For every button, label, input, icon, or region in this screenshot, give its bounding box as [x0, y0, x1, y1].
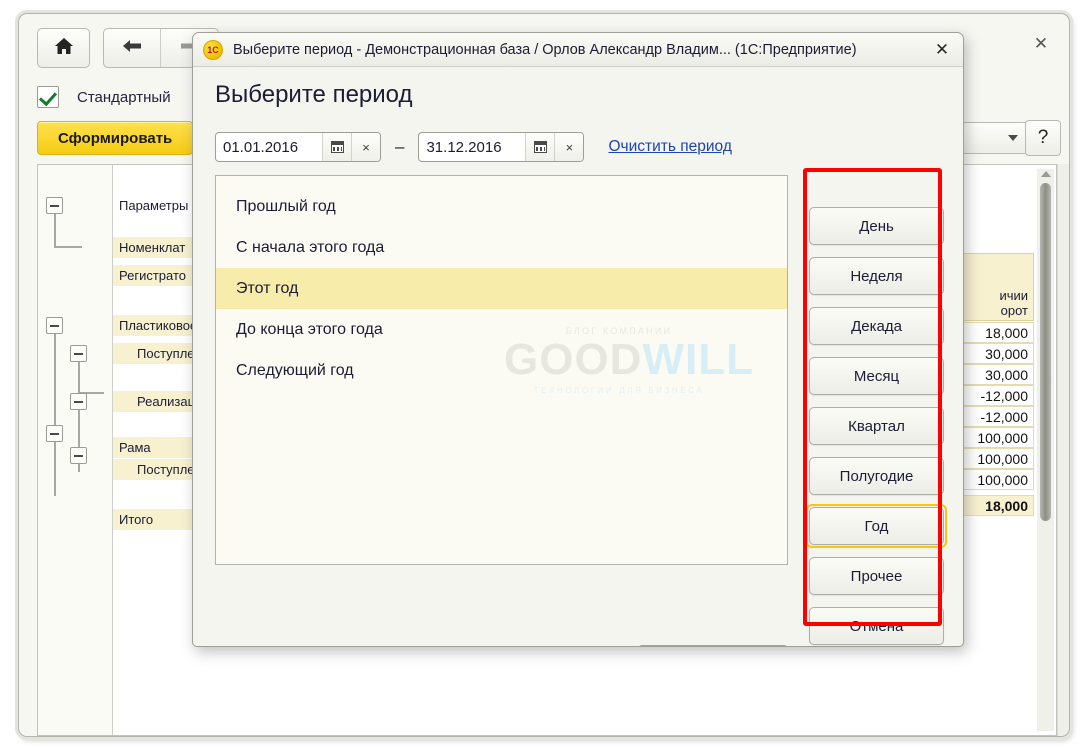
settings-combo[interactable] — [961, 122, 1029, 154]
report-row-value: -12,000 — [956, 385, 1034, 406]
select-button[interactable]: Выбрать — [638, 645, 788, 646]
1c-logo-icon: 1C — [203, 39, 223, 60]
report-row-value: 30,000 — [956, 343, 1034, 364]
dialog-heading: Выберите период — [215, 81, 413, 108]
period-list-item[interactable]: Этот год — [216, 268, 787, 309]
generate-button[interactable]: Сформировать — [37, 121, 194, 155]
report-row-value: 100,000 — [956, 448, 1034, 469]
period-button[interactable]: День — [809, 207, 944, 245]
help-button[interactable]: ? — [1025, 120, 1061, 156]
application-scroll-strip[interactable] — [1057, 164, 1069, 736]
period-button-wrap: Неделя — [809, 257, 944, 295]
report-row-value: -12,000 — [956, 406, 1034, 427]
dialog-body: Выберите период 01.01.2016 × – 31.12.201… — [193, 67, 963, 646]
period-button-wrap: Месяц — [809, 357, 944, 395]
period-list-item[interactable]: Следующий год — [216, 350, 787, 391]
report-row-value: 18,000 — [956, 495, 1034, 516]
report-tree-gutter — [38, 165, 113, 735]
window-close-button[interactable]: ✕ — [1031, 34, 1051, 54]
period-button[interactable]: Квартал — [809, 407, 944, 445]
scroll-up-arrow-icon[interactable] — [1041, 171, 1051, 177]
period-button[interactable]: Прочее — [809, 557, 944, 595]
tree-line — [54, 214, 56, 248]
report-column-header: ичии орот — [956, 253, 1034, 321]
period-button-wrap: День — [809, 207, 944, 245]
date-to-calendar-button[interactable] — [525, 133, 555, 161]
period-list-item[interactable]: С начала этого года — [216, 227, 787, 268]
period-button[interactable]: Неделя — [809, 257, 944, 295]
close-icon: × — [565, 139, 574, 155]
period-button[interactable]: Отмена — [809, 607, 944, 645]
date-to-clear-button[interactable]: × — [554, 133, 584, 161]
report-row-value: 30,000 — [956, 364, 1034, 385]
calendar-icon — [330, 141, 344, 153]
home-icon — [53, 36, 75, 61]
date-from-calendar-button[interactable] — [322, 133, 351, 161]
chevron-down-icon — [1008, 135, 1018, 141]
period-button[interactable]: Декада — [809, 307, 944, 345]
standard-checkbox[interactable] — [37, 86, 59, 108]
date-range-dash: – — [395, 137, 405, 156]
period-button-wrap: Полугодие — [809, 457, 944, 495]
tree-line — [78, 362, 80, 394]
date-to-value[interactable]: 31.12.2016 — [419, 133, 525, 161]
period-list-item[interactable]: До конца этого года — [216, 309, 787, 350]
period-button[interactable]: Месяц — [809, 357, 944, 395]
report-vertical-scrollbar[interactable] — [1037, 169, 1054, 731]
report-column-header-line1: ичии — [999, 288, 1028, 303]
tree-expander[interactable] — [70, 345, 87, 362]
period-button-wrap: Квартал — [809, 407, 944, 445]
date-from-clear-button[interactable]: × — [351, 133, 380, 161]
home-button[interactable] — [37, 28, 90, 68]
period-button-wrap: Отмена — [809, 607, 944, 645]
date-range-row: 01.01.2016 × – 31.12.2016 × Очистить пер… — [215, 132, 732, 162]
period-button[interactable]: Год — [809, 507, 944, 545]
date-to-field[interactable]: 31.12.2016 × — [418, 132, 585, 162]
report-row-value: 18,000 — [956, 322, 1034, 343]
tree-line — [54, 246, 82, 248]
report-row-value: 100,000 — [956, 427, 1034, 448]
tree-expander[interactable] — [46, 197, 63, 214]
scrollbar-thumb[interactable] — [1040, 183, 1051, 521]
period-button[interactable]: Полугодие — [809, 457, 944, 495]
period-list-item[interactable]: Прошлый год — [216, 186, 787, 227]
report-column-header-line2: орот — [1000, 303, 1028, 318]
date-from-field[interactable]: 01.01.2016 × — [215, 132, 381, 162]
standard-variant-row: Стандартный — [37, 86, 171, 108]
back-button[interactable] — [104, 29, 161, 67]
standard-checkbox-label: Стандартный — [77, 88, 171, 106]
tree-expander[interactable] — [70, 447, 87, 464]
tree-expander[interactable] — [70, 393, 87, 410]
dialog-close-button[interactable]: ✕ — [931, 39, 953, 61]
tree-expander[interactable] — [46, 317, 63, 334]
tree-expander[interactable] — [46, 425, 63, 442]
period-button-wrap: Год — [806, 504, 947, 548]
period-list[interactable]: БЛОГ КОМПАНИИ GOODWILL ТЕХНОЛОГИИ ДЛЯ БИ… — [215, 175, 788, 565]
close-icon: × — [362, 139, 370, 155]
dialog-title-text: Выберите период - Демонстрационная база … — [233, 41, 857, 58]
period-button-wrap: Декада — [809, 307, 944, 345]
report-row-value: 100,000 — [956, 469, 1034, 490]
clear-period-link[interactable]: Очистить период — [608, 138, 731, 156]
select-period-dialog: 1C Выберите период - Демонстрационная ба… — [192, 32, 964, 647]
calendar-icon — [533, 141, 547, 153]
date-from-value[interactable]: 01.01.2016 — [216, 133, 322, 161]
tree-line — [54, 442, 56, 496]
period-buttons-column: День Неделя Декада Месяц Квартал Полугодие Год… — [806, 207, 947, 646]
dialog-titlebar[interactable]: 1C Выберите период - Демонстрационная ба… — [193, 33, 963, 67]
arrow-left-icon — [120, 38, 144, 59]
screenshot-root: ✕ Стандартный Сформировать ? ичии орот П… — [0, 0, 1089, 749]
period-button-wrap: Прочее — [809, 557, 944, 595]
